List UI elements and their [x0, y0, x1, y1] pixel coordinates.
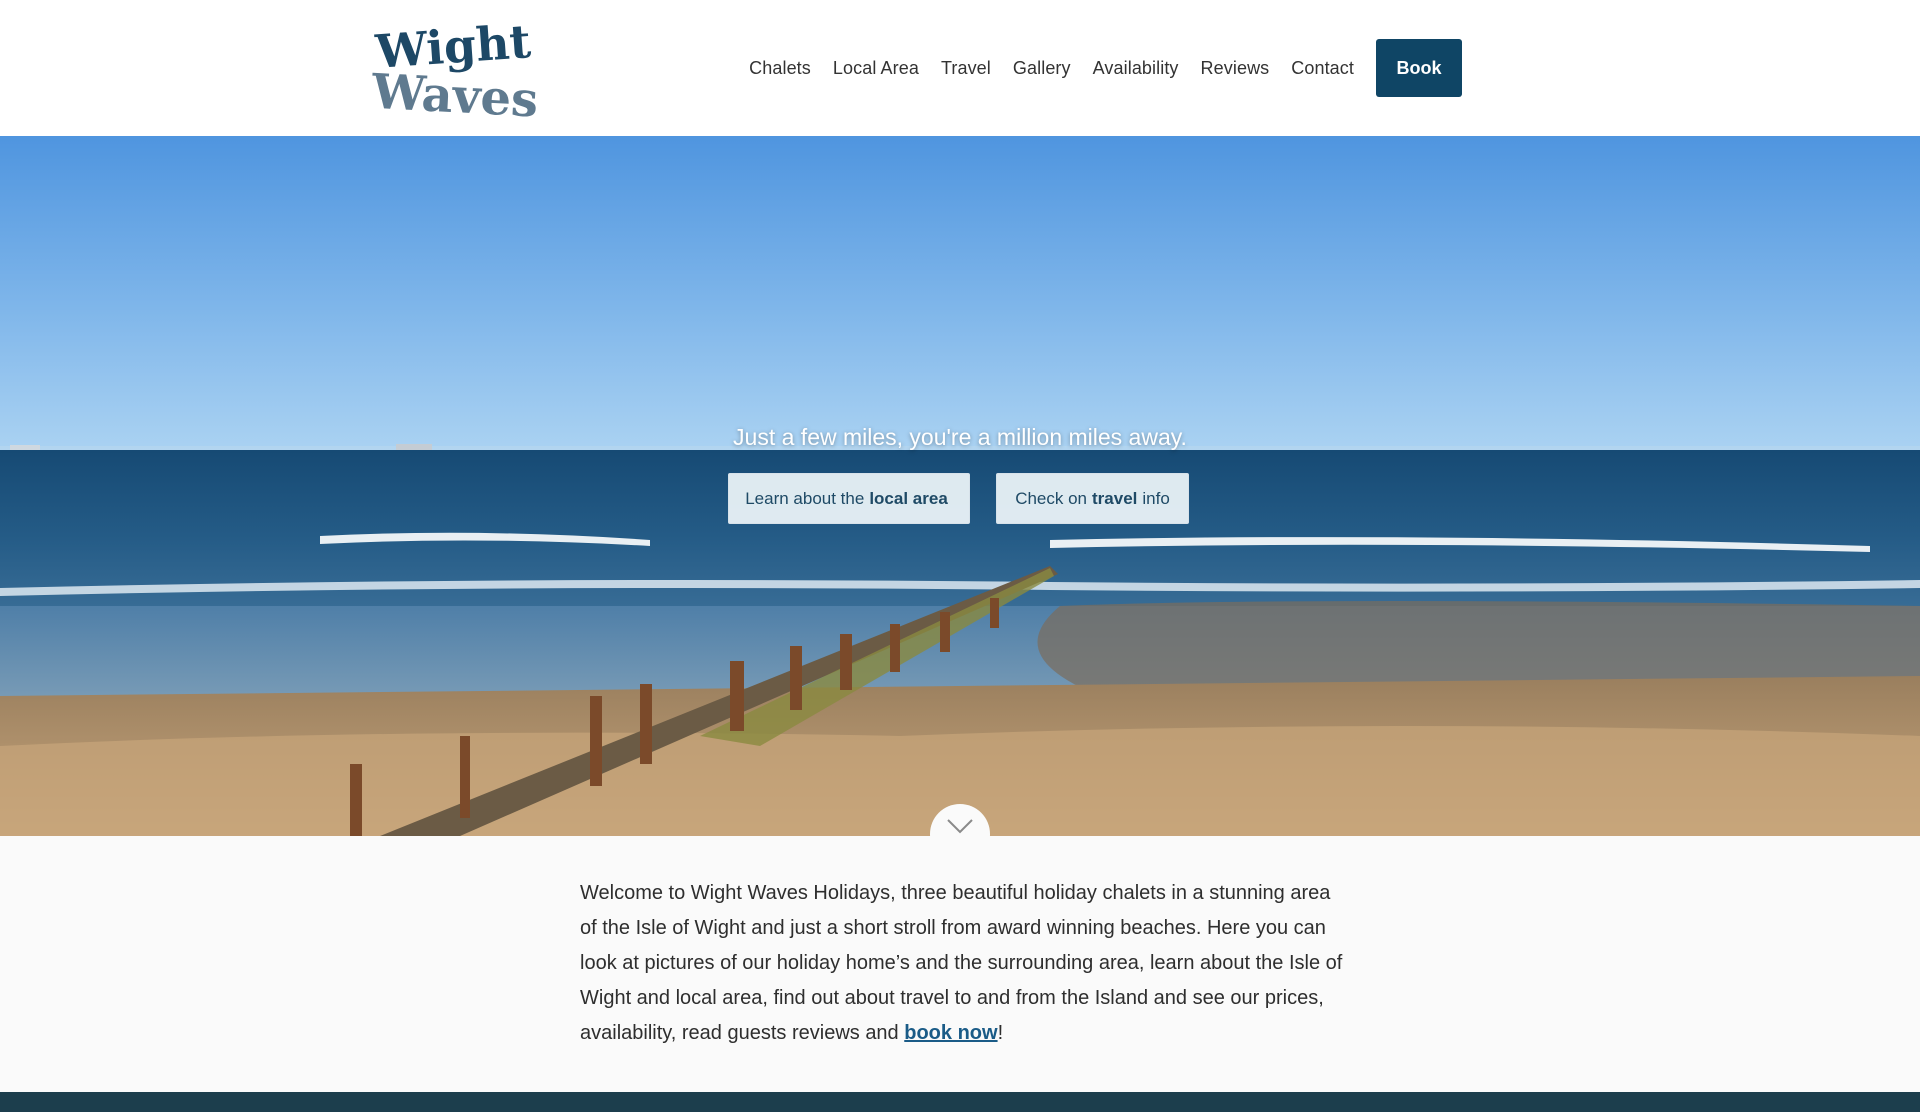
- book-now-link[interactable]: book now: [904, 1022, 997, 1044]
- travel-info-button-post: info: [1142, 488, 1170, 508]
- footer-strip: [0, 1092, 1920, 1112]
- local-area-button-pre: Learn about the: [745, 488, 865, 508]
- hero-tagline: Just a few miles, you're a million miles…: [733, 424, 1187, 450]
- travel-info-button-bold: travel: [1092, 488, 1138, 508]
- nav-travel[interactable]: Travel: [941, 58, 991, 79]
- wight-waves-logo[interactable]: Wight Waves: [372, 14, 552, 124]
- nav-gallery[interactable]: Gallery: [1013, 58, 1071, 79]
- nav-availability[interactable]: Availability: [1093, 58, 1179, 79]
- main-nav: Chalets Local Area Travel Gallery Availa…: [749, 39, 1462, 97]
- svg-text:Waves: Waves: [372, 64, 540, 124]
- hero-banner: Just a few miles, you're a million miles…: [0, 136, 1920, 836]
- travel-info-button-pre: Check on: [1015, 488, 1088, 508]
- intro-end: !: [997, 1022, 1004, 1044]
- chevron-down-icon: [947, 819, 973, 834]
- travel-info-button[interactable]: Check on travel info: [996, 473, 1189, 524]
- nav-reviews[interactable]: Reviews: [1201, 58, 1270, 79]
- local-area-button[interactable]: Learn about the local area: [728, 473, 970, 524]
- intro-paragraph: Welcome to Wight Waves Holidays, three b…: [580, 876, 1350, 1051]
- local-area-button-bold: local area: [869, 488, 948, 508]
- nav-local-area[interactable]: Local Area: [833, 58, 919, 79]
- site-header: Wight Waves Chalets Local Area Travel Ga…: [0, 0, 1920, 136]
- book-button[interactable]: Book: [1376, 39, 1462, 97]
- intro-text: Welcome to Wight Waves Holidays, three b…: [580, 882, 1343, 1044]
- nav-chalets[interactable]: Chalets: [749, 58, 811, 79]
- nav-contact[interactable]: Contact: [1291, 58, 1354, 79]
